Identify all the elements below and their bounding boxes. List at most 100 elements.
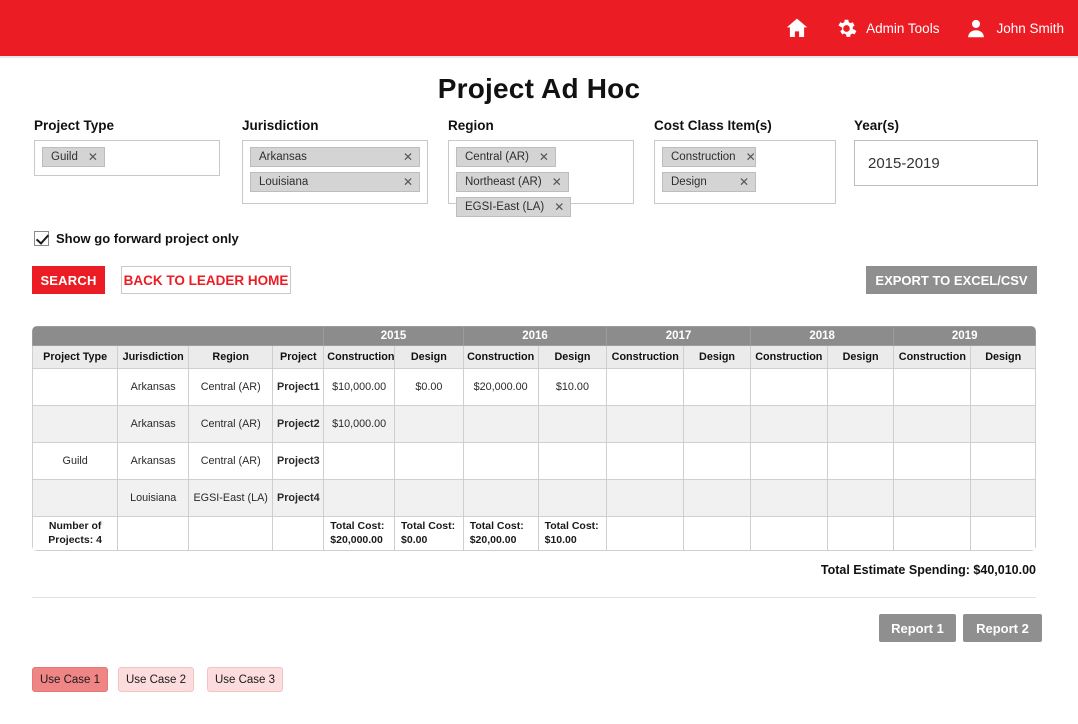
cell-region: Central (AR) — [188, 368, 274, 406]
back-to-leader-home-button[interactable]: BACK TO LEADER HOME — [121, 266, 291, 294]
remove-chip-icon[interactable]: ✕ — [403, 176, 413, 188]
admin-tools-button[interactable]: Admin Tools — [836, 18, 939, 39]
total-label: Total Cost: — [330, 520, 385, 533]
cell-2017-design — [683, 442, 751, 480]
filter-project-type: Project Type Guild ✕ — [34, 118, 220, 176]
chip-jurisdiction-louisiana[interactable]: Louisiana ✕ — [250, 172, 420, 192]
user-account-button[interactable]: John Smith — [965, 17, 1064, 40]
cell-2016-design: $10.00 — [537, 368, 608, 406]
filter-region-label: Region — [448, 118, 494, 133]
year-group-2017: 2017 — [606, 326, 751, 346]
chip-jurisdiction-arkansas[interactable]: Arkansas ✕ — [250, 147, 420, 167]
year-group-2019: 2019 — [893, 326, 1036, 346]
cell-project-type: Guild — [32, 442, 119, 480]
cell-2015-design: $0.00 — [394, 368, 464, 406]
use-case-3-button[interactable]: Use Case 3 — [207, 667, 283, 692]
cell-2018-design — [826, 479, 895, 517]
column-header-2017-construction: Construction — [606, 345, 685, 369]
remove-chip-icon[interactable]: ✕ — [403, 151, 413, 163]
cell-2016-design — [537, 442, 608, 480]
total-blank-region — [188, 516, 274, 551]
remove-chip-icon[interactable]: ✕ — [88, 151, 98, 163]
use-case-1-button[interactable]: Use Case 1 — [32, 667, 108, 692]
filter-cost-class-label: Cost Class Item(s) — [654, 118, 772, 133]
filter-jurisdiction-box[interactable]: Arkansas ✕ Louisiana ✕ — [242, 140, 428, 204]
report-2-button[interactable]: Report 2 — [963, 614, 1042, 642]
results-table-container: 2015 2016 2017 2018 2019 Project Type Ju… — [32, 326, 1036, 551]
total-value: $20,00.00 — [469, 533, 517, 546]
chip-cost-class-design[interactable]: Design ✕ — [662, 172, 756, 192]
column-header-2017-design: Design — [683, 345, 751, 369]
number-of-projects-line2: Projects: 4 — [48, 533, 102, 546]
remove-chip-icon[interactable]: ✕ — [746, 151, 756, 163]
chip-cost-class-construction[interactable]: Construction ✕ — [662, 147, 756, 167]
cell-2018-construction — [749, 479, 828, 517]
remove-chip-icon[interactable]: ✕ — [539, 151, 549, 163]
cell-2016-design — [537, 405, 608, 443]
filter-project-type-box[interactable]: Guild ✕ — [34, 140, 220, 176]
remove-chip-icon[interactable]: ✕ — [552, 176, 562, 188]
cell-project-link[interactable]: Project4 — [272, 479, 325, 517]
filter-region-box[interactable]: Central (AR) ✕ Northeast (AR) ✕ EGSI-Eas… — [448, 140, 634, 217]
use-case-2-button[interactable]: Use Case 2 — [118, 667, 194, 692]
cell-jurisdiction: Louisiana — [117, 479, 190, 517]
chip-region-central-ar[interactable]: Central (AR) ✕ — [456, 147, 556, 167]
cell-2017-construction — [606, 479, 685, 517]
chip-label: EGSI-East (LA) — [465, 201, 545, 213]
cell-2019-design — [970, 368, 1036, 406]
chip-region-egsi-east-la[interactable]: EGSI-East (LA) ✕ — [456, 197, 572, 217]
cell-region: Central (AR) — [188, 405, 274, 443]
cell-project-link[interactable]: Project2 — [272, 405, 325, 443]
top-nav-items: Admin Tools John Smith — [758, 16, 1064, 40]
cell-project-type — [32, 405, 119, 443]
cell-2019-construction — [893, 442, 972, 480]
user-icon — [965, 17, 987, 40]
go-forward-checkbox-row[interactable]: Show go forward project only — [34, 231, 239, 246]
report-1-button[interactable]: Report 1 — [879, 614, 956, 642]
total-label: Total Cost: — [469, 520, 524, 533]
filter-bar: Project Type Guild ✕ Jurisdiction Arkans… — [0, 118, 1078, 218]
cell-2016-construction: $20,000.00 — [462, 368, 539, 406]
export-to-excel-csv-button[interactable]: EXPORT TO EXCEL/CSV — [866, 266, 1037, 294]
column-header-2018-design: Design — [826, 345, 895, 369]
search-button[interactable]: SEARCH — [32, 266, 105, 294]
year-group-blank — [32, 326, 325, 346]
cell-2015-construction: $10,000.00 — [323, 405, 396, 443]
cell-2017-design — [683, 479, 751, 517]
cell-project-link[interactable]: Project1 — [272, 368, 325, 406]
total-value: $10.00 — [544, 533, 577, 546]
table-row: Louisiana EGSI-East (LA) Project4 — [32, 479, 1036, 517]
cell-jurisdiction: Arkansas — [117, 368, 190, 406]
results-table: 2015 2016 2017 2018 2019 Project Type Ju… — [32, 326, 1036, 551]
user-name-label: John Smith — [996, 20, 1064, 36]
table-header-row: Project Type Jurisdiction Region Project… — [32, 345, 1036, 369]
filter-cost-class-box[interactable]: Construction ✕ Design ✕ — [654, 140, 836, 204]
home-button[interactable] — [784, 16, 810, 40]
total-number-of-projects: Number of Projects: 4 — [32, 516, 119, 551]
filter-jurisdiction: Jurisdiction Arkansas ✕ Louisiana ✕ — [242, 118, 428, 204]
remove-chip-icon[interactable]: ✕ — [739, 176, 749, 188]
chip-project-type-guild[interactable]: Guild ✕ — [42, 147, 105, 167]
chip-region-northeast-ar[interactable]: Northeast (AR) ✕ — [456, 172, 569, 192]
column-header-2015-construction: Construction — [323, 345, 396, 369]
cell-2016-design — [537, 479, 608, 517]
year-group-2015: 2015 — [323, 326, 464, 346]
cell-2015-construction — [323, 479, 396, 517]
cell-2019-design — [970, 442, 1036, 480]
cell-2015-construction — [323, 442, 396, 480]
cell-project-link[interactable]: Project3 — [272, 442, 325, 480]
cell-2017-construction — [606, 368, 685, 406]
footer-divider — [32, 597, 1036, 598]
cell-2019-construction — [893, 405, 972, 443]
filter-region: Region Central (AR) ✕ Northeast (AR) ✕ E… — [448, 118, 634, 217]
table-totals-row: Number of Projects: 4 Total Cost: $20,00… — [32, 516, 1036, 551]
filter-jurisdiction-label: Jurisdiction — [242, 118, 319, 133]
go-forward-checkbox[interactable] — [34, 231, 49, 246]
total-2017-design — [683, 516, 751, 551]
cell-2019-design — [970, 405, 1036, 443]
chip-label: Guild — [51, 151, 78, 163]
cell-2015-design — [394, 442, 464, 480]
cell-project-type — [32, 479, 119, 517]
remove-chip-icon[interactable]: ✕ — [554, 201, 564, 213]
years-input[interactable]: 2015-2019 — [854, 140, 1038, 186]
